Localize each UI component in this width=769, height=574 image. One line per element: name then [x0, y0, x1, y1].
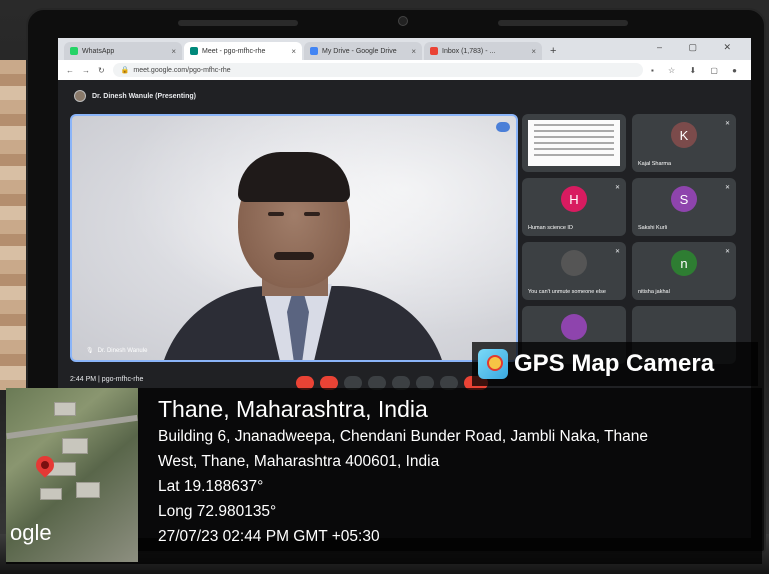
speaker-eye — [268, 212, 284, 216]
close-icon[interactable]: × — [291, 47, 296, 56]
gps-address-line1: Building 6, Jnanadweepa, Chendani Bunder… — [158, 428, 649, 445]
mic-off-icon: 🎙 — [86, 348, 94, 354]
meet-icon — [190, 47, 198, 55]
gps-datetime: 27/07/23 02:44 PM GMT +05:30 — [158, 528, 380, 545]
tab-drive[interactable]: My Drive - Google Drive × — [304, 42, 422, 60]
tab-label: WhatsApp — [82, 47, 115, 55]
participant-name: Kajal Sharma — [638, 161, 672, 167]
meeting-time: 2:44 PM — [70, 376, 97, 383]
participant-tile[interactable]: K ✕ Kajal Sharma — [632, 114, 736, 172]
photo-stage: WhatsApp × Meet - pgo-mfhc-rhe × My Driv… — [0, 0, 769, 574]
mic-off-icon: ✕ — [724, 185, 730, 191]
extension-icons[interactable]: ▪ ☆ ⬇ ▢ ● — [651, 66, 743, 75]
mic-off-icon: ✕ — [724, 249, 730, 255]
bezel-bar-right — [498, 20, 628, 26]
tab-whatsapp[interactable]: WhatsApp × — [64, 42, 182, 60]
map-road — [6, 414, 138, 440]
tab-label: Meet - pgo-mfhc-rhe — [202, 47, 266, 55]
participant-name: You can't unmute someone else — [528, 289, 606, 295]
map-building — [54, 402, 76, 416]
participant-tile[interactable]: ✕ You can't unmute someone else — [522, 242, 626, 300]
whatsapp-icon — [70, 47, 78, 55]
participant-grid: K ✕ Kajal Sharma H ✕ Human science ID S … — [522, 114, 744, 366]
tab-label: Inbox (1,783) - ... — [442, 47, 496, 55]
new-tab-button[interactable]: + — [544, 45, 562, 60]
gps-city: Thane, Maharashtra, India — [158, 396, 428, 422]
bezel-bar-left — [178, 20, 298, 26]
participant-avatar: K — [671, 122, 697, 148]
participant-avatar: n — [671, 250, 697, 276]
map-building — [62, 438, 88, 454]
gps-info-text: Thane, Maharashtra, India Building 6, Jn… — [158, 394, 758, 549]
gmail-icon — [430, 47, 438, 55]
video-name-tag: 🎙 Dr. Dinesh Wanule — [86, 347, 148, 355]
map-building — [76, 482, 100, 498]
tab-label: My Drive - Google Drive — [322, 47, 397, 55]
back-icon[interactable]: ← — [66, 66, 74, 75]
forward-icon[interactable]: → — [82, 66, 90, 75]
mic-off-icon: ✕ — [724, 121, 730, 127]
participant-avatar — [561, 250, 587, 276]
gps-app-name: GPS Map Camera — [514, 350, 715, 377]
participant-tile[interactable] — [522, 114, 626, 172]
participant-tile[interactable]: S ✕ Sakshi Kurli — [632, 178, 736, 236]
participant-name: nitisha jakhal — [638, 289, 670, 295]
tab-gmail[interactable]: Inbox (1,783) - ... × — [424, 42, 542, 60]
participant-tile[interactable]: n ✕ nitisha jakhal — [632, 242, 736, 300]
main-video[interactable]: 🎙 Dr. Dinesh Wanule — [70, 114, 518, 362]
close-icon[interactable]: × — [411, 47, 416, 56]
speaker-mustache — [274, 252, 314, 260]
lock-icon: 🔒 — [120, 67, 130, 74]
participant-avatar: S — [671, 186, 697, 212]
shared-document-thumbnail — [528, 120, 620, 166]
mic-off-icon: ✕ — [614, 185, 620, 191]
video-name: Dr. Dinesh Wanule — [97, 347, 148, 354]
participant-tile[interactable]: H ✕ Human science ID — [522, 178, 626, 236]
avatar — [74, 90, 86, 102]
presenter-banner: Dr. Dinesh Wanule (Presenting) — [74, 90, 196, 102]
webcam — [398, 16, 408, 26]
close-icon[interactable]: × — [531, 47, 536, 56]
drive-icon — [310, 47, 318, 55]
address-bar: ← → ↻ 🔒 meet.google.com/pgo-mfhc-rhe ▪ ☆… — [58, 60, 751, 80]
reload-icon[interactable]: ↻ — [98, 66, 105, 75]
mic-off-icon: ✕ — [614, 249, 620, 255]
participant-name: Human science ID — [528, 225, 573, 231]
speaker-eye — [304, 212, 320, 216]
meeting-code: pgo-mfhc-rhe — [101, 376, 144, 383]
gps-longitude: Long 72.980135° — [158, 503, 277, 520]
url-input[interactable]: 🔒 meet.google.com/pgo-mfhc-rhe — [112, 63, 643, 77]
map-building — [40, 488, 62, 500]
tab-meet[interactable]: Meet - pgo-mfhc-rhe × — [184, 42, 302, 60]
participant-name: Sakshi Kurli — [638, 225, 668, 231]
presenter-label: Dr. Dinesh Wanule (Presenting) — [92, 92, 196, 100]
gps-address-line2: West, Thane, Maharashtra 400601, India — [158, 453, 440, 470]
video-options-icon[interactable] — [496, 122, 510, 132]
close-icon[interactable]: × — [171, 47, 176, 56]
participant-avatar — [561, 314, 587, 340]
map-brand-logo: ogle — [10, 520, 52, 545]
meeting-time-code: 2:44 PM | pgo-mfhc-rhe — [70, 376, 144, 383]
window-controls[interactable]: – ▢ ✕ — [657, 42, 743, 53]
map-thumbnail: ogle — [6, 388, 138, 562]
gps-latitude: Lat 19.188637° — [158, 478, 264, 495]
url-text: meet.google.com/pgo-mfhc-rhe — [133, 66, 231, 74]
participant-avatar: H — [561, 186, 587, 212]
gps-map-camera-icon — [478, 349, 508, 379]
gps-app-label: GPS Map Camera — [472, 342, 758, 386]
browser-tab-bar: WhatsApp × Meet - pgo-mfhc-rhe × My Driv… — [58, 38, 751, 60]
